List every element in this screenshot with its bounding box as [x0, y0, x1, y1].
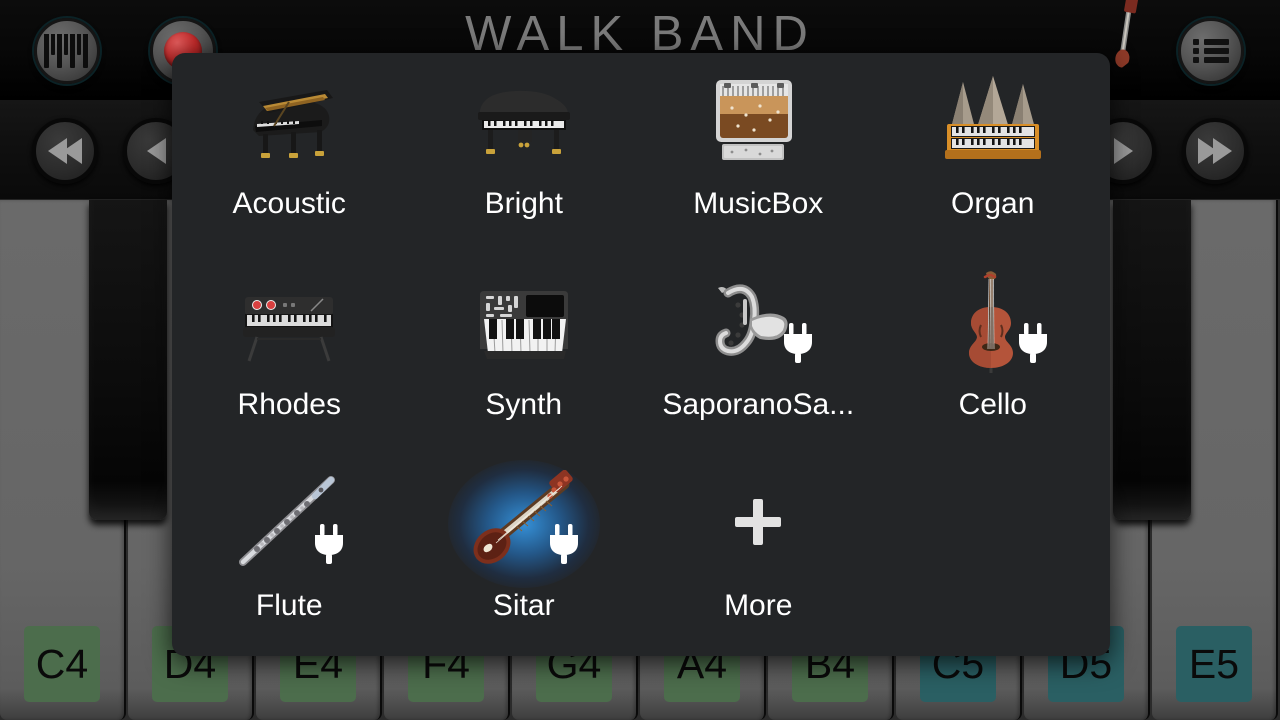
- instrument-label: Rhodes: [237, 388, 341, 421]
- fast-forward-icon: [1198, 138, 1232, 164]
- piano-key-label: C4: [24, 626, 100, 702]
- synthesizer-icon: [458, 262, 590, 380]
- flute-icon: [223, 463, 355, 581]
- instrument-item-synth[interactable]: Synth: [407, 254, 642, 455]
- instrument-item-more[interactable]: More: [641, 455, 876, 656]
- rewind-button[interactable]: [32, 118, 98, 184]
- plus-icon: [735, 499, 782, 545]
- instrument-item-bright[interactable]: Bright: [407, 53, 642, 254]
- previous-icon: [146, 138, 166, 164]
- instrument-item-rhodes[interactable]: Rhodes: [172, 254, 407, 455]
- piano-keys-button[interactable]: [34, 18, 100, 84]
- bright-piano-icon: [458, 61, 590, 179]
- instrument-label: MusicBox: [693, 187, 824, 220]
- plug-badge-icon: [309, 522, 349, 571]
- instrument-item-flute[interactable]: Flute: [172, 455, 407, 656]
- instrument-item-organ[interactable]: Organ: [876, 53, 1111, 254]
- piano-key-label: E5: [1176, 626, 1252, 702]
- play-icon: [1113, 138, 1133, 164]
- plus-icon: [692, 463, 824, 581]
- instrument-item-sitar[interactable]: Sitar: [407, 455, 642, 656]
- piano-black-key[interactable]: [89, 200, 167, 520]
- instrument-label: More: [724, 589, 793, 622]
- saxophone-icon: [692, 262, 824, 380]
- music-box-icon: [692, 61, 824, 179]
- grand-piano-icon: [223, 61, 355, 179]
- instrument-label: Acoustic: [232, 187, 346, 220]
- plug-badge-icon: [544, 522, 584, 571]
- instrument-label: Flute: [255, 589, 323, 622]
- instrument-label: Sitar: [492, 589, 555, 622]
- instrument-label: Cello: [958, 388, 1027, 421]
- rhodes-piano-icon: [223, 262, 355, 380]
- instrument-label: Organ: [951, 187, 1035, 220]
- piano-black-key[interactable]: [1113, 200, 1191, 520]
- fast-forward-button[interactable]: [1182, 118, 1248, 184]
- rewind-icon: [48, 138, 82, 164]
- instrument-item-cello[interactable]: Cello: [876, 254, 1111, 455]
- instrument-grid: Acoustic Bright MusicBox Organ Rhodes Sy…: [172, 53, 1110, 656]
- instrument-item-musicbox[interactable]: MusicBox: [641, 53, 876, 254]
- instrument-label: Bright: [484, 187, 563, 220]
- sitar-icon: [458, 463, 590, 581]
- instrument-picker-dialog: Acoustic Bright MusicBox Organ Rhodes Sy…: [172, 53, 1110, 656]
- song-list-button[interactable]: [1178, 18, 1244, 84]
- list-icon: [1193, 36, 1229, 66]
- instrument-item-acoustic[interactable]: Acoustic: [172, 53, 407, 254]
- plug-badge-icon: [778, 321, 818, 370]
- cello-icon: [927, 262, 1059, 380]
- instrument-item-saporanosa[interactable]: SaporanoSa...: [641, 254, 876, 455]
- pipe-organ-icon: [927, 61, 1059, 179]
- walk-band-app: WALK BAND C4 D4 E4 F4 G4 A4 B4 C5 D5 E5 …: [0, 0, 1280, 720]
- piano-keys-icon: [44, 34, 90, 68]
- plug-badge-icon: [1013, 321, 1053, 370]
- instrument-label: Synth: [485, 388, 563, 421]
- instrument-label: SaporanoSa...: [662, 388, 855, 421]
